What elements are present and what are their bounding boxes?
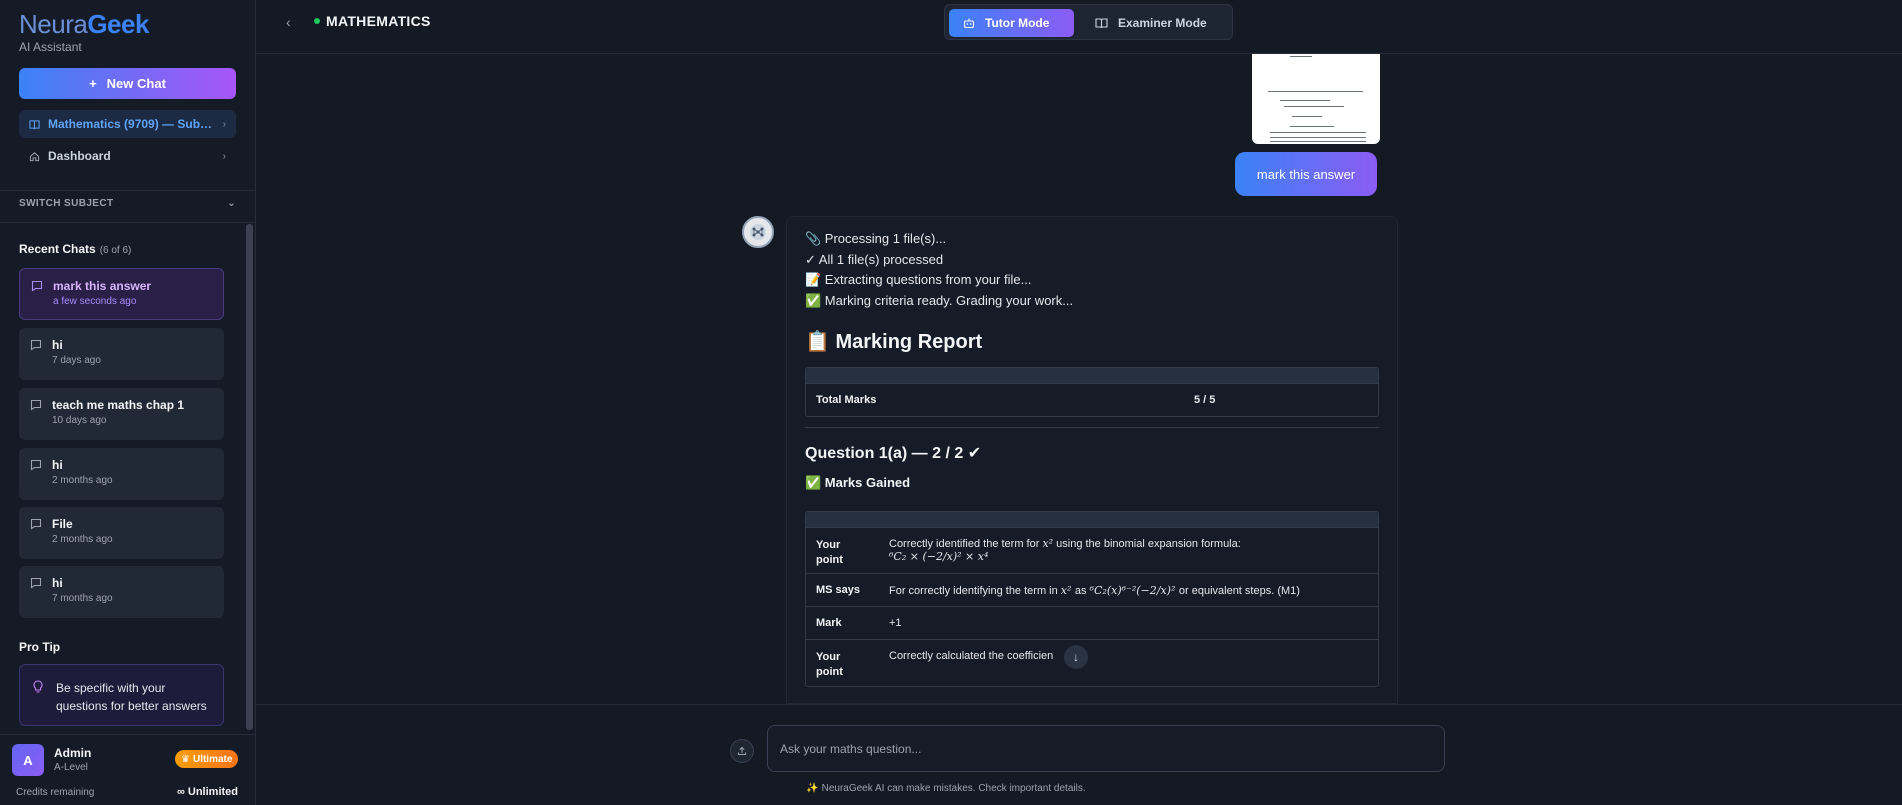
- main-panel: ‹ MATHEMATICS Tutor Mode Examiner Mode m…: [256, 0, 1902, 805]
- plan-badge: ♛ Ultimate: [175, 750, 239, 768]
- brand-subtitle: AI Assistant: [19, 40, 82, 54]
- report-title: 📋 Marking Report: [805, 331, 983, 353]
- back-button[interactable]: ‹: [286, 14, 291, 30]
- chevron-right-icon: ›: [222, 150, 226, 162]
- recent-chat-item[interactable]: teach me maths chap 1 10 days ago: [19, 388, 224, 440]
- chevron-down-icon: ⌄: [227, 198, 236, 209]
- status-line: 📝 Extracting questions from your file...: [805, 272, 1032, 287]
- switch-subject-toggle[interactable]: SWITCH SUBJECT ⌄: [19, 198, 236, 209]
- top-bar: ‹ MATHEMATICS Tutor Mode Examiner Mode: [256, 0, 1902, 54]
- disclaimer: ✨ NeuraGeek AI can make mistakes. Check …: [806, 783, 1086, 794]
- upload-button[interactable]: [730, 739, 754, 763]
- question-title: Question 1(a) — 2 / 2 ✔: [805, 445, 982, 462]
- open-book-icon: [1095, 18, 1108, 29]
- robot-icon: [963, 18, 975, 29]
- tutor-mode-button[interactable]: Tutor Mode: [949, 9, 1074, 37]
- online-status-dot: [314, 18, 320, 24]
- sidebar-scrollbar[interactable]: [246, 224, 253, 730]
- assistant-avatar: [742, 216, 774, 248]
- chat-bubble-icon: [30, 459, 42, 471]
- chat-bubble-icon: [31, 280, 43, 292]
- status-line: ✅ Marking criteria ready. Grading your w…: [805, 293, 1074, 308]
- chat-bubble-icon: [30, 399, 42, 411]
- user-message-bubble: mark this answer: [1235, 152, 1377, 196]
- pro-tip-heading: Pro Tip: [19, 640, 61, 654]
- divider: [0, 190, 256, 191]
- recent-chat-item[interactable]: mark this answer a few seconds ago: [19, 268, 224, 320]
- recent-chat-item[interactable]: File 2 months ago: [19, 507, 224, 559]
- book-icon: [29, 119, 40, 129]
- chevron-left-icon: ‹: [286, 14, 291, 30]
- chat-bubble-icon: [30, 577, 42, 589]
- user-name: Admin: [54, 746, 92, 760]
- divider: [805, 427, 1379, 428]
- divider: [0, 734, 256, 735]
- new-chat-button[interactable]: + New Chat: [19, 68, 236, 99]
- sidebar: NeuraGeek AI Assistant + New Chat Mathem…: [0, 0, 256, 805]
- upload-icon: [738, 746, 746, 755]
- table-row: Mark +1: [806, 607, 1378, 640]
- table-row: Your point Correctly identified the term…: [806, 528, 1378, 574]
- message-input[interactable]: [767, 725, 1445, 772]
- arrow-down-icon: ↓: [1073, 650, 1079, 664]
- chat-bubble-icon: [30, 518, 42, 530]
- status-line: 📎 Processing 1 file(s)...: [805, 231, 947, 246]
- credits-value: ∞ Unlimited: [176, 786, 238, 798]
- sidebar-item-dashboard[interactable]: Dashboard ›: [19, 142, 236, 170]
- recent-chat-item[interactable]: hi 7 days ago: [19, 328, 224, 380]
- assistant-message: 📎 Processing 1 file(s)... ✓ All 1 file(s…: [786, 216, 1398, 704]
- table-row: MS says For correctly identifying the te…: [806, 574, 1378, 607]
- mode-toggle: Tutor Mode Examiner Mode: [944, 4, 1233, 40]
- recent-chat-item[interactable]: hi 7 months ago: [19, 566, 224, 618]
- home-icon: [29, 151, 40, 161]
- neural-network-icon: [750, 224, 766, 240]
- composer: ✨ NeuraGeek AI can make mistakes. Check …: [256, 704, 1902, 805]
- scroll-to-bottom-button[interactable]: ↓: [1064, 645, 1088, 669]
- page-title: MATHEMATICS: [326, 13, 431, 29]
- divider: [0, 222, 256, 223]
- total-marks-table: Total Marks 5 / 5: [805, 367, 1379, 417]
- user-level: A-Level: [54, 762, 88, 773]
- user-profile[interactable]: A Admin A-Level ♛ Ultimate: [12, 744, 242, 776]
- crown-icon: ♛: [181, 753, 190, 765]
- marks-table: Your point Correctly identified the term…: [805, 511, 1379, 687]
- brand-logo[interactable]: NeuraGeek: [19, 9, 149, 40]
- attached-file-thumbnail[interactable]: [1252, 54, 1380, 144]
- pro-tip-card: Be specific with your questions for bett…: [19, 664, 224, 726]
- lightbulb-icon: [33, 680, 43, 693]
- table-row: Your point Correctly calculated the coef…: [816, 650, 1084, 678]
- table-row: Total Marks 5 / 5: [816, 394, 1216, 406]
- recent-chat-item[interactable]: hi 2 months ago: [19, 448, 224, 500]
- credits-label: Credits remaining: [16, 787, 95, 798]
- examiner-mode-button[interactable]: Examiner Mode: [1081, 9, 1226, 37]
- recent-chats-heading: Recent Chats (6 of 6): [19, 242, 132, 256]
- chevron-right-icon: ›: [222, 118, 226, 130]
- chat-bubble-icon: [30, 339, 42, 351]
- avatar: A: [12, 744, 44, 776]
- sidebar-item-subject[interactable]: Mathematics (9709) — Subje... ›: [19, 110, 236, 138]
- marks-gained-heading: ✅ Marks Gained: [805, 475, 911, 490]
- plus-icon: +: [89, 76, 97, 91]
- status-line: ✓ All 1 file(s) processed: [805, 252, 944, 267]
